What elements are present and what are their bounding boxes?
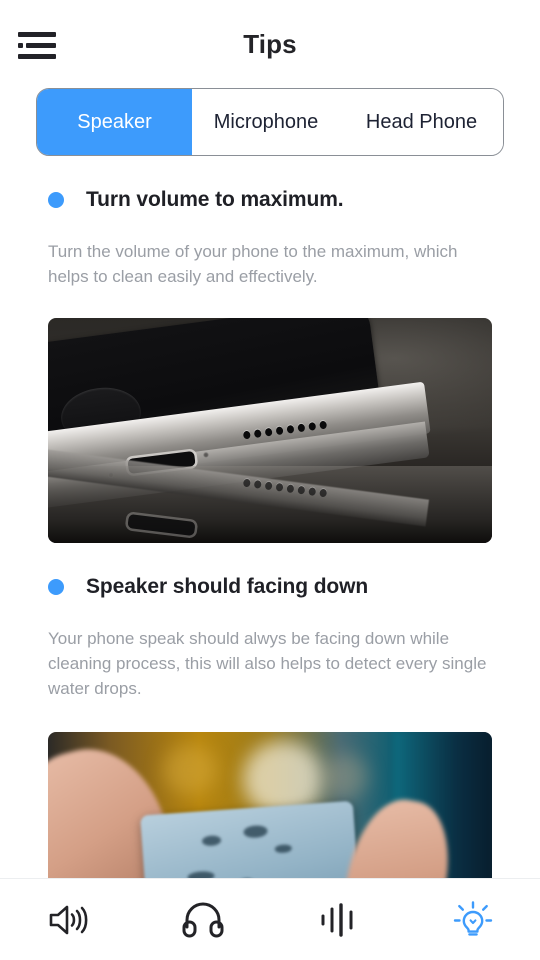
- tip-2-title: Speaker should facing down: [86, 574, 369, 598]
- bokeh-highlight: [323, 754, 368, 800]
- tip-2-image: [48, 731, 492, 878]
- tip-1-header: Turn volume to maximum.: [48, 156, 492, 212]
- page-title: Tips: [243, 28, 297, 59]
- tab-head-phone[interactable]: Head Phone: [340, 89, 503, 155]
- tip-1-image: [48, 317, 492, 543]
- menu-bar-1: [18, 31, 56, 37]
- bokeh-highlight: [163, 745, 217, 795]
- tip-1-body: Turn the volume of your phone to the max…: [48, 242, 458, 286]
- menu-bar-2: [26, 42, 56, 48]
- nav-item-tips[interactable]: [405, 879, 540, 960]
- tab-speaker[interactable]: Speaker: [37, 89, 192, 155]
- wet-phone-photo: [48, 731, 492, 878]
- lightbulb-tips-icon: [451, 898, 495, 942]
- wet-smartphone: [139, 801, 365, 878]
- app-header: Tips: [0, 0, 540, 88]
- hamburger-menu-icon[interactable]: [18, 26, 60, 64]
- speaker-volume-icon: [46, 902, 90, 938]
- bottom-navigation-bar: [0, 878, 540, 960]
- phone-speaker-photo: [48, 317, 492, 543]
- tab-bar-container: Speaker Microphone Head Phone: [0, 88, 540, 156]
- sound-wave-icon: [318, 900, 358, 940]
- menu-bar-3: [18, 53, 56, 59]
- headphones-icon: [179, 899, 227, 941]
- bullet-dot-icon: [48, 192, 64, 208]
- tip-item-1: Turn volume to maximum. Turn the volume …: [0, 156, 540, 543]
- tip-2-body: Your phone speak should alwys be facing …: [48, 628, 487, 698]
- tip-item-2: Speaker should facing down Your phone sp…: [0, 543, 540, 878]
- bullet-dot-icon: [48, 578, 64, 595]
- tab-microphone[interactable]: Microphone: [192, 89, 340, 155]
- nav-item-sound-wave[interactable]: [270, 879, 405, 960]
- tips-screen: Tips Speaker Microphone Head Phone Turn …: [0, 0, 540, 960]
- nav-item-headphone[interactable]: [135, 879, 270, 960]
- nav-item-speaker[interactable]: [0, 879, 135, 960]
- tips-list[interactable]: Turn volume to maximum. Turn the volume …: [0, 156, 540, 878]
- menu-bullet-dot: [18, 42, 23, 48]
- tip-1-title: Turn volume to maximum.: [86, 188, 344, 211]
- segmented-tab-bar: Speaker Microphone Head Phone: [36, 88, 504, 156]
- tip-2-header: Speaker should facing down: [48, 543, 492, 599]
